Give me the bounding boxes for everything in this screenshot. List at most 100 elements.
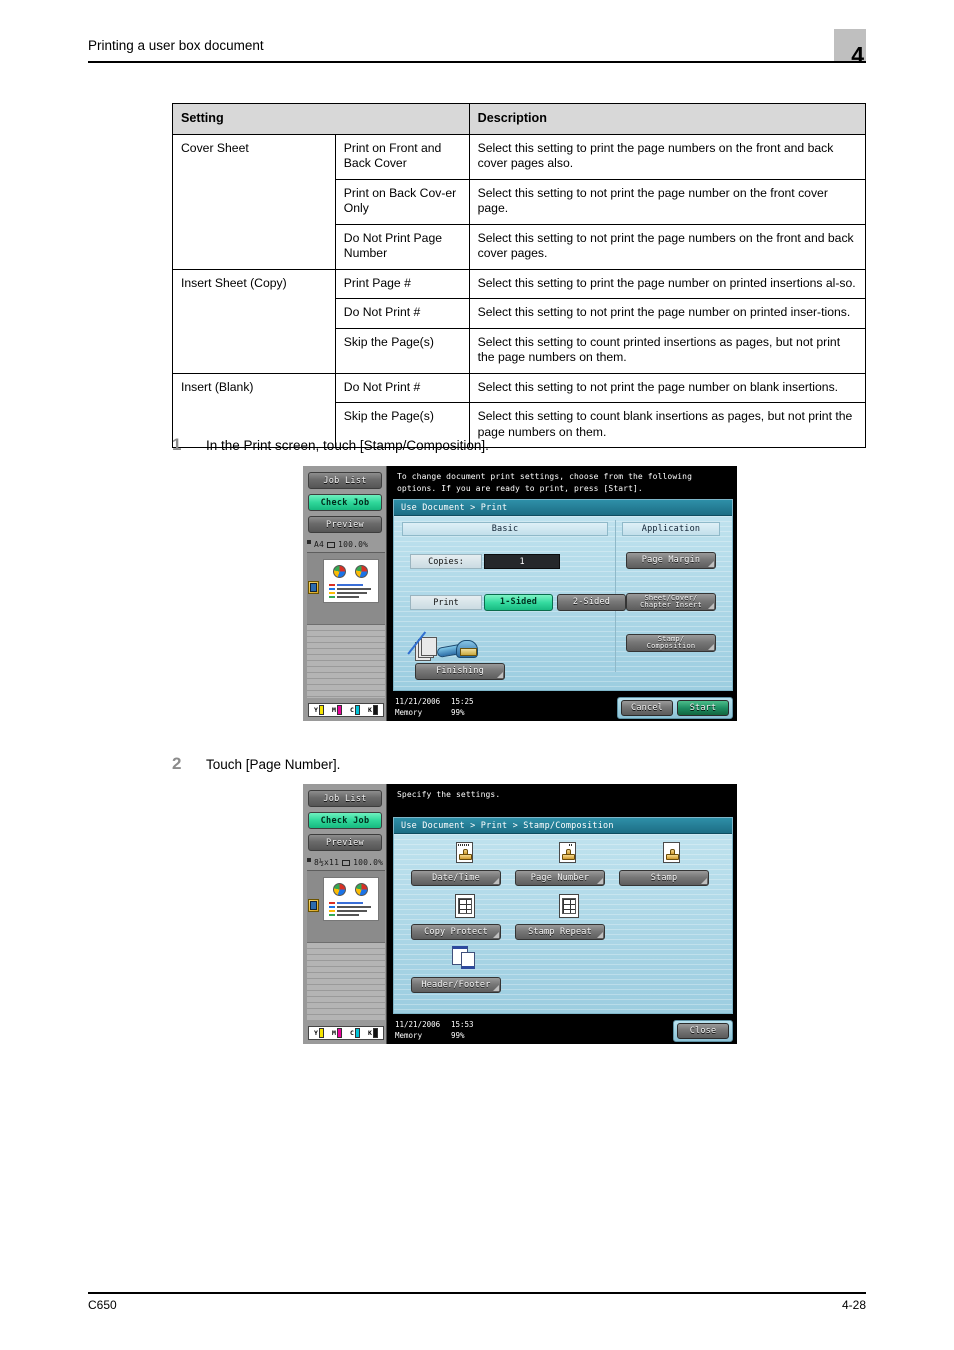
- stamp-composition-panel: Job List Check Job Preview 8½x11 100.0%: [303, 784, 737, 1044]
- submenu-corner-icon: [701, 878, 707, 884]
- page-number-button[interactable]: Page Number: [515, 870, 605, 886]
- panel2-screen: Use Document > Print > Stamp/Composition…: [393, 817, 733, 1014]
- sided-2-button[interactable]: 2-Sided: [557, 594, 626, 611]
- group-label: Insert Sheet (Copy): [172, 268, 336, 374]
- pie-chart-icon: [333, 565, 346, 578]
- option-description: Select this setting to count blank inser…: [468, 402, 867, 449]
- page-title: Printing a user box document: [88, 38, 264, 53]
- toner-level-indicator: Y M C K: [308, 703, 384, 717]
- table-row: Insert (Blank) Do Not Print # Select thi…: [172, 372, 867, 449]
- panel1-main: To change document print settings, choos…: [387, 466, 737, 721]
- toner-label: K: [368, 1029, 372, 1037]
- orientation-marker-icon: [307, 857, 311, 862]
- toner-bar: [354, 705, 360, 715]
- check-job-button[interactable]: Check Job: [308, 812, 382, 829]
- panel1-screen: Use Document > Print Basic Application C…: [393, 499, 733, 691]
- check-job-button[interactable]: Check Job: [308, 494, 382, 511]
- finishing-button[interactable]: Finishing: [415, 663, 505, 680]
- preview-thumbnail: [323, 559, 379, 603]
- toner-bar: [372, 705, 378, 715]
- submenu-corner-icon: [493, 985, 499, 991]
- date-time-button[interactable]: Date/Time: [411, 870, 501, 886]
- date-memory-labels: 11/21/2006 Memory: [395, 1019, 440, 1042]
- settings-table: Setting Description Cover Sheet Print on…: [172, 103, 867, 449]
- option-label: Print on Front and Back Cover: [334, 133, 470, 180]
- status-message: Specify the settings.: [387, 784, 737, 817]
- tab-application[interactable]: Application: [622, 522, 720, 536]
- toner-c: C: [350, 705, 360, 715]
- memory-label: Memory: [395, 708, 423, 718]
- memory-label: Memory: [395, 1031, 423, 1041]
- toner-y: Y: [314, 1028, 324, 1038]
- submenu-corner-icon: [708, 561, 714, 567]
- submenu-corner-icon: [493, 878, 499, 884]
- panel2-sidebar: Job List Check Job Preview 8½x11 100.0%: [303, 784, 387, 1044]
- step-text: In the Print screen, touch [Stamp/Compos…: [206, 438, 489, 453]
- preview-thumbnail: [323, 877, 379, 921]
- document-preview[interactable]: [307, 870, 385, 942]
- print-screen-panel: Job List Check Job Preview A4 100.0% Y M…: [303, 466, 737, 721]
- preview-line: [337, 596, 359, 598]
- paper-info: A4 100.0%: [307, 539, 385, 549]
- copy-protect-button[interactable]: Copy Protect: [411, 924, 501, 940]
- memory-value: 99%: [451, 1031, 465, 1041]
- stamp-icon: [661, 842, 683, 867]
- option-description: Select this setting to print the page nu…: [468, 268, 867, 300]
- stamp-repeat-button[interactable]: Stamp Repeat: [515, 924, 605, 940]
- toner-label: M: [332, 1029, 336, 1037]
- preview-button[interactable]: Preview: [308, 516, 382, 533]
- stamp-composition-button[interactable]: Stamp/ Composition: [626, 634, 716, 652]
- option-label: Print Page #: [334, 268, 470, 300]
- option-label: Do Not Print Page Number: [334, 223, 470, 270]
- panel1-bottom-bar: 11/21/2006 Memory 15:25 99% Cancel Start: [387, 691, 737, 721]
- option-description: Select this setting to not print the pag…: [468, 223, 867, 270]
- status-message: To change document print settings, choos…: [387, 466, 737, 499]
- job-list-button[interactable]: Job List: [308, 790, 382, 807]
- time-memory-values: 15:53 99%: [451, 1019, 474, 1042]
- orientation-marker-icon: [307, 539, 311, 544]
- copies-value[interactable]: 1: [484, 554, 560, 569]
- preview-line: [337, 906, 371, 908]
- date-label: 11/21/2006: [395, 1020, 441, 1029]
- sheet-cover-chapter-insert-button[interactable]: Sheet/Cover/ Chapter Insert: [626, 593, 716, 611]
- finishing-label: Finishing: [436, 666, 484, 677]
- cancel-button[interactable]: Cancel: [621, 700, 673, 716]
- submenu-corner-icon: [708, 644, 714, 650]
- preview-line: [337, 584, 363, 586]
- toner-label: Y: [314, 1029, 318, 1037]
- date-memory-labels: 11/21/2006 Memory: [395, 696, 440, 719]
- preview-button[interactable]: Preview: [308, 834, 382, 851]
- step-text: Touch [Page Number].: [206, 757, 341, 772]
- option-label: Skip the Page(s): [334, 327, 470, 374]
- submenu-corner-icon: [497, 672, 503, 678]
- toner-label: M: [332, 706, 336, 714]
- panel2-main: Specify the settings. Use Document > Pri…: [387, 784, 737, 1044]
- stamp-button[interactable]: Stamp: [619, 870, 709, 886]
- tab-basic[interactable]: Basic: [402, 522, 608, 536]
- submenu-corner-icon: [708, 603, 714, 609]
- option-label: Print on Back Cov-er Only: [334, 178, 470, 225]
- panel2-bottom-bar: 11/21/2006 Memory 15:53 99% Close: [387, 1014, 737, 1044]
- option-label: Do Not Print #: [334, 372, 470, 404]
- header-footer-button[interactable]: Header/Footer: [411, 977, 501, 993]
- time-label: 15:25: [451, 697, 474, 706]
- page-tab-icon: [308, 899, 319, 912]
- toner-level-indicator: Y M C K: [308, 1026, 384, 1040]
- group-label: Cover Sheet: [172, 133, 336, 270]
- sided-1-button[interactable]: 1-Sided: [484, 594, 553, 611]
- group-label: Insert (Blank): [172, 372, 336, 449]
- document-preview[interactable]: [307, 552, 385, 624]
- job-list-button[interactable]: Job List: [308, 472, 382, 489]
- close-button[interactable]: Close: [677, 1023, 729, 1039]
- print-label: Print: [410, 595, 482, 610]
- submenu-corner-icon: [597, 932, 603, 938]
- preview-line: [329, 592, 335, 594]
- option-description: Select this setting to print the page nu…: [468, 133, 867, 180]
- page-margin-button[interactable]: Page Margin: [626, 552, 716, 569]
- sidebar-ruled-area: [307, 624, 385, 698]
- copies-label: Copies:: [410, 554, 482, 569]
- stamp-repeat-icon: [559, 894, 579, 918]
- preview-line: [329, 596, 335, 598]
- start-button[interactable]: Start: [677, 700, 729, 716]
- footer-divider: [88, 1292, 866, 1294]
